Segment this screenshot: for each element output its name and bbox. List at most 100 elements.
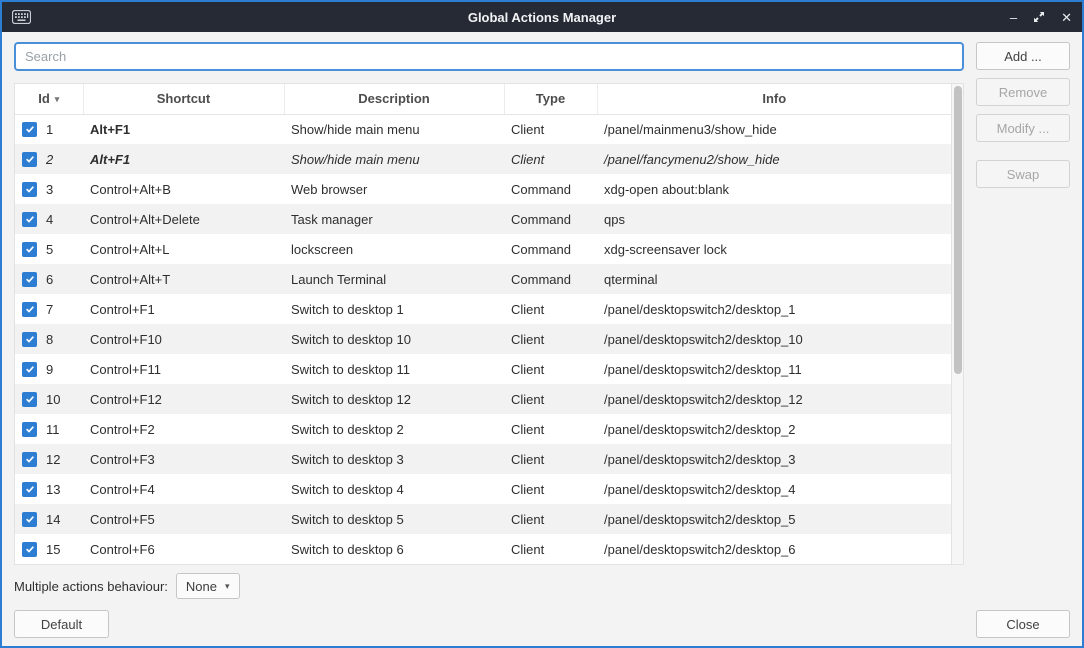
multiple-actions-label: Multiple actions behaviour: — [14, 579, 168, 594]
row-id: 5 — [46, 242, 53, 257]
search-input[interactable] — [14, 42, 964, 71]
cell-shortcut: Control+F12 — [83, 384, 284, 414]
row-checkbox[interactable] — [22, 542, 37, 557]
row-checkbox[interactable] — [22, 512, 37, 527]
cell-shortcut: Control+F4 — [83, 474, 284, 504]
column-header-shortcut[interactable]: Shortcut — [83, 84, 284, 114]
cell-shortcut: Control+F6 — [83, 534, 284, 564]
cell-info: /panel/desktopswitch2/desktop_6 — [597, 534, 951, 564]
add-button[interactable]: Add ... — [976, 42, 1070, 70]
close-button[interactable]: ✕ — [1061, 11, 1072, 24]
row-id: 14 — [46, 512, 60, 527]
column-label: Info — [762, 91, 786, 106]
modify-button[interactable]: Modify ... — [976, 114, 1070, 142]
table-row[interactable]: 9Control+F11Switch to desktop 11Client/p… — [15, 354, 951, 384]
row-id: 13 — [46, 482, 60, 497]
column-label: Type — [536, 91, 565, 106]
row-id: 2 — [46, 152, 53, 167]
row-id: 7 — [46, 302, 53, 317]
column-header-description[interactable]: Description — [284, 84, 504, 114]
cell-description: Switch to desktop 3 — [284, 444, 504, 474]
remove-button[interactable]: Remove — [976, 78, 1070, 106]
table-row[interactable]: 10Control+F12Switch to desktop 12Client/… — [15, 384, 951, 414]
table-row[interactable]: 2Alt+F1Show/hide main menuClient/panel/f… — [15, 144, 951, 174]
table-body: 1Alt+F1Show/hide main menuClient/panel/m… — [15, 114, 951, 564]
cell-description: Show/hide main menu — [284, 114, 504, 144]
vertical-scrollbar[interactable] — [951, 84, 963, 564]
row-checkbox[interactable] — [22, 362, 37, 377]
row-id: 9 — [46, 362, 53, 377]
cell-shortcut: Control+F1 — [83, 294, 284, 324]
column-header-info[interactable]: Info — [597, 84, 951, 114]
column-label: Id — [38, 91, 50, 106]
column-header-type[interactable]: Type — [504, 84, 597, 114]
cell-type: Client — [504, 474, 597, 504]
row-checkbox[interactable] — [22, 242, 37, 257]
cell-info: /panel/desktopswitch2/desktop_3 — [597, 444, 951, 474]
cell-description: Switch to desktop 2 — [284, 414, 504, 444]
cell-type: Client — [504, 144, 597, 174]
table-row[interactable]: 6Control+Alt+TLaunch TerminalCommandqter… — [15, 264, 951, 294]
table-row[interactable]: 7Control+F1Switch to desktop 1Client/pan… — [15, 294, 951, 324]
row-checkbox[interactable] — [22, 482, 37, 497]
cell-shortcut: Control+F3 — [83, 444, 284, 474]
row-id: 10 — [46, 392, 60, 407]
row-checkbox[interactable] — [22, 122, 37, 137]
titlebar: Global Actions Manager – ✕ — [2, 2, 1082, 32]
cell-type: Client — [504, 444, 597, 474]
table-row[interactable]: 11Control+F2Switch to desktop 2Client/pa… — [15, 414, 951, 444]
cell-info: xdg-open about:blank — [597, 174, 951, 204]
cell-shortcut: Control+Alt+L — [83, 234, 284, 264]
action-buttons-rail: Add ... Remove Modify ... Swap — [976, 42, 1070, 188]
table-header-row: Id▾ShortcutDescription Type Info — [15, 84, 951, 114]
close-dialog-button[interactable]: Close — [976, 610, 1070, 638]
cell-type: Command — [504, 234, 597, 264]
row-checkbox[interactable] — [22, 332, 37, 347]
column-header-id[interactable]: Id▾ — [15, 84, 83, 114]
cell-type: Client — [504, 384, 597, 414]
shortcuts-table: Id▾ShortcutDescription Type Info 1Alt+F1Sh… — [14, 83, 964, 565]
cell-type: Command — [504, 204, 597, 234]
cell-type: Client — [504, 504, 597, 534]
cell-type: Client — [504, 294, 597, 324]
cell-info: /panel/mainmenu3/show_hide — [597, 114, 951, 144]
scrollbar-thumb[interactable] — [954, 86, 962, 374]
chevron-down-icon: ▾ — [225, 581, 230, 592]
row-checkbox[interactable] — [22, 302, 37, 317]
table-row[interactable]: 1Alt+F1Show/hide main menuClient/panel/m… — [15, 114, 951, 144]
cell-info: /panel/fancymenu2/show_hide — [597, 144, 951, 174]
table-row[interactable]: 12Control+F3Switch to desktop 3Client/pa… — [15, 444, 951, 474]
table-row[interactable]: 5Control+Alt+LlockscreenCommandxdg-scree… — [15, 234, 951, 264]
table-row[interactable]: 4Control+Alt+DeleteTask managerCommandqp… — [15, 204, 951, 234]
multiple-actions-dropdown[interactable]: None ▾ — [176, 573, 240, 599]
cell-type: Command — [504, 264, 597, 294]
table-row[interactable]: 15Control+F6Switch to desktop 6Client/pa… — [15, 534, 951, 564]
cell-info: /panel/desktopswitch2/desktop_5 — [597, 504, 951, 534]
minimize-button[interactable]: – — [1010, 11, 1017, 24]
table-row[interactable]: 8Control+F10Switch to desktop 10Client/p… — [15, 324, 951, 354]
row-checkbox[interactable] — [22, 452, 37, 467]
row-checkbox[interactable] — [22, 212, 37, 227]
cell-info: /panel/desktopswitch2/desktop_4 — [597, 474, 951, 504]
cell-shortcut: Control+Alt+B — [83, 174, 284, 204]
cell-description: Switch to desktop 12 — [284, 384, 504, 414]
cell-type: Client — [504, 354, 597, 384]
cell-shortcut: Control+F2 — [83, 414, 284, 444]
table-row[interactable]: 3Control+Alt+BWeb browserCommandxdg-open… — [15, 174, 951, 204]
row-checkbox[interactable] — [22, 152, 37, 167]
row-checkbox[interactable] — [22, 272, 37, 287]
restore-button[interactable] — [1033, 11, 1045, 23]
cell-description: Switch to desktop 10 — [284, 324, 504, 354]
table-row[interactable]: 14Control+F5Switch to desktop 5Client/pa… — [15, 504, 951, 534]
keyboard-icon[interactable] — [12, 10, 31, 24]
table-row[interactable]: 13Control+F4Switch to desktop 4Client/pa… — [15, 474, 951, 504]
cell-shortcut: Alt+F1 — [83, 144, 284, 174]
swap-button[interactable]: Swap — [976, 160, 1070, 188]
row-checkbox[interactable] — [22, 392, 37, 407]
default-button[interactable]: Default — [14, 610, 109, 638]
dropdown-value: None — [186, 579, 217, 594]
cell-type: Client — [504, 534, 597, 564]
cell-shortcut: Control+Alt+Delete — [83, 204, 284, 234]
row-checkbox[interactable] — [22, 422, 37, 437]
row-checkbox[interactable] — [22, 182, 37, 197]
